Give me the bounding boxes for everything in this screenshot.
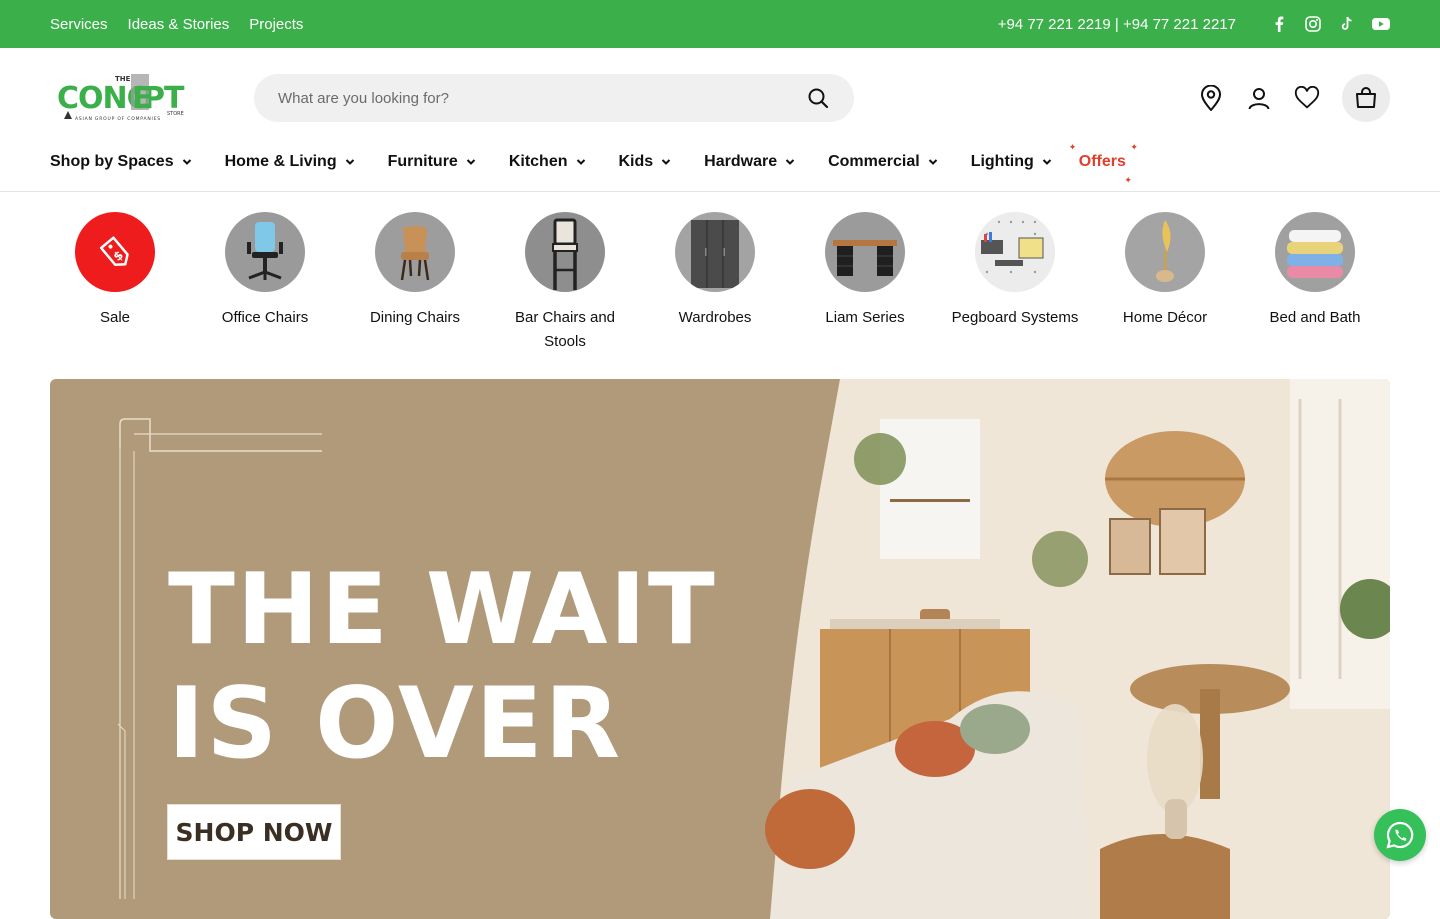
category-label: Wardrobes — [678, 309, 752, 326]
search-input[interactable] — [278, 89, 806, 107]
svg-text:E: E — [132, 81, 153, 116]
site-header: CONC PT E THE STORE ASIAN GROUP OF COMPA… — [0, 48, 1440, 148]
category-sale[interactable]: $ Sale — [40, 212, 190, 354]
nav-label: Home & Living — [224, 153, 337, 170]
nav-label: Furniture — [387, 153, 458, 170]
store-locator-icon[interactable] — [1198, 85, 1224, 111]
office-chair-image — [225, 212, 305, 292]
shop-now-button[interactable]: SHOP NOW — [167, 804, 341, 860]
category-label: Liam Series — [825, 309, 905, 326]
top-link-services[interactable]: Services — [50, 16, 108, 33]
sparkle-icon: ✦ — [1130, 142, 1138, 152]
whatsapp-icon — [1386, 821, 1414, 849]
top-bar: Services Ideas & Stories Projects +94 77… — [0, 0, 1440, 48]
category-label: Dining Chairs — [369, 309, 461, 326]
category-label: Home Décor — [1122, 309, 1208, 326]
nav-label: Hardware — [704, 153, 778, 170]
chevron-down-icon — [182, 159, 191, 165]
svg-text:THE: THE — [115, 75, 131, 83]
category-wardrobes[interactable]: Wardrobes — [640, 212, 790, 354]
category-strip: $ Sale Office Chairs Dining Chairs Bar C… — [40, 212, 1400, 354]
category-bar-chairs-stools[interactable]: Bar Chairs and Stools — [490, 212, 640, 354]
dining-chair-image — [375, 212, 455, 292]
sparkle-icon: ✦ — [1068, 142, 1077, 152]
category-label: Pegboard Systems — [951, 309, 1079, 326]
nav-item-furniture[interactable]: Furniture — [388, 148, 476, 176]
site-logo[interactable]: CONC PT E THE STORE ASIAN GROUP OF COMPA… — [55, 72, 195, 124]
chevron-down-icon — [1042, 159, 1051, 165]
sale-tag-icon: $ — [75, 212, 155, 292]
chevron-down-icon — [661, 159, 671, 165]
cart-button[interactable] — [1342, 74, 1390, 122]
nav-item-kitchen[interactable]: Kitchen — [509, 148, 586, 176]
sparkle-icon: ✦ — [1124, 175, 1132, 185]
bar-chair-image — [525, 212, 605, 292]
category-label: Bar Chairs and Stools — [514, 309, 616, 350]
chevron-down-icon — [576, 159, 585, 165]
category-bed-and-bath[interactable]: Bed and Bath — [1240, 212, 1390, 354]
category-home-decor[interactable]: Home Décor — [1090, 212, 1240, 354]
home-decor-image — [1125, 212, 1205, 292]
header-icons — [1198, 74, 1390, 122]
social-links — [1270, 15, 1390, 33]
nav-label: Shop by Spaces — [50, 153, 174, 170]
top-link-ideas-stories[interactable]: Ideas & Stories — [128, 16, 230, 33]
nav-item-offers[interactable]: Offers ✦ ✦ ✦ — [1069, 142, 1138, 185]
chevron-down-icon — [345, 159, 354, 165]
nav-label: Commercial — [828, 153, 920, 170]
wishlist-icon[interactable] — [1294, 85, 1320, 111]
nav-item-shop-by-spaces[interactable]: Shop by Spaces — [50, 148, 192, 176]
chevron-down-icon — [785, 159, 795, 165]
svg-text:ASIAN GROUP OF COMPANIES: ASIAN GROUP OF COMPANIES — [75, 116, 161, 122]
chevron-down-icon — [466, 159, 476, 165]
main-nav: Shop by Spaces Home & Living Furniture K… — [0, 142, 1440, 192]
nav-item-kids[interactable]: Kids — [619, 148, 672, 176]
instagram-icon[interactable] — [1304, 15, 1322, 33]
search-bar — [254, 74, 854, 122]
category-label: Sale — [99, 309, 131, 326]
top-link-projects[interactable]: Projects — [249, 16, 303, 33]
banner-headline-line2: IS OVER — [168, 667, 623, 781]
towels-image — [1275, 212, 1355, 292]
tiktok-icon[interactable] — [1338, 15, 1356, 33]
whatsapp-button[interactable] — [1374, 809, 1426, 861]
nav-label: Kitchen — [508, 153, 568, 170]
banner-headline-line1: THE WAIT — [168, 553, 717, 667]
nav-item-commercial[interactable]: Commercial — [828, 148, 938, 176]
category-dining-chairs[interactable]: Dining Chairs — [340, 212, 490, 354]
search-icon[interactable] — [806, 86, 830, 110]
top-links: Services Ideas & Stories Projects — [50, 16, 303, 33]
nav-label: Kids — [618, 153, 654, 170]
offers-label: Offers — [1078, 153, 1126, 170]
desk-image — [825, 212, 905, 292]
cart-icon — [1356, 87, 1376, 108]
nav-item-home-living[interactable]: Home & Living — [225, 148, 355, 176]
account-icon[interactable] — [1246, 85, 1272, 111]
nav-item-hardware[interactable]: Hardware — [704, 148, 795, 176]
svg-text:STORE: STORE — [167, 111, 184, 117]
chevron-down-icon — [928, 159, 937, 165]
nav-item-lighting[interactable]: Lighting — [971, 148, 1052, 176]
nav-label: Lighting — [970, 153, 1034, 170]
category-liam-series[interactable]: Liam Series — [790, 212, 940, 354]
category-label: Bed and Bath — [1269, 309, 1361, 326]
category-office-chairs[interactable]: Office Chairs — [190, 212, 340, 354]
pegboard-image — [975, 212, 1055, 292]
category-label: Office Chairs — [221, 309, 309, 326]
category-pegboard-systems[interactable]: Pegboard Systems — [940, 212, 1090, 354]
wardrobe-image — [675, 212, 755, 292]
facebook-icon[interactable] — [1270, 15, 1288, 33]
hero-banner[interactable]: THE WAIT IS OVER SHOP NOW — [50, 379, 1390, 919]
youtube-icon[interactable] — [1372, 15, 1390, 33]
phone-numbers: +94 77 221 2219 | +94 77 221 2217 — [997, 15, 1236, 33]
